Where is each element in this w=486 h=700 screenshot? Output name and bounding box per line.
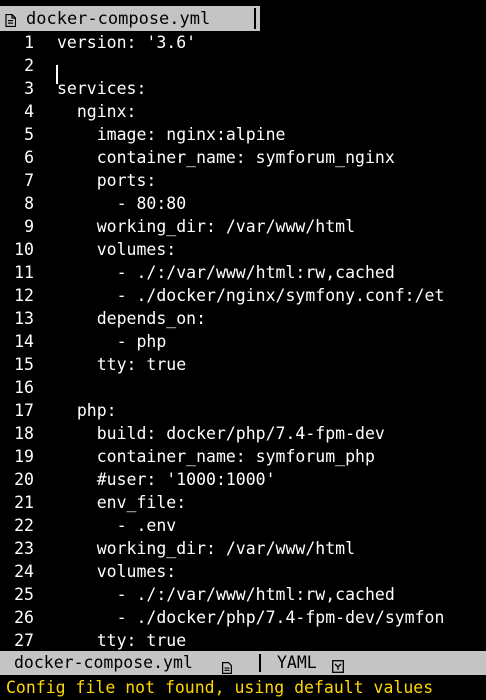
editor-line[interactable]: 22 - .env bbox=[0, 514, 486, 537]
line-number: 12 bbox=[14, 286, 34, 305]
line-number: 17 bbox=[14, 401, 34, 420]
line-code: volumes: bbox=[57, 562, 177, 581]
code-editor[interactable]: 1 version: '3.6' 2 3 services: 4 nginx: 5 imag… bbox=[0, 31, 486, 651]
line-number: 22 bbox=[14, 516, 34, 535]
editor-line[interactable]: 25 - ./:/var/www/html:rw,cached bbox=[0, 583, 486, 606]
line-code: - 80:80 bbox=[57, 194, 187, 213]
editor-line[interactable]: 16 bbox=[0, 376, 486, 399]
message-bar: Config file not found, using default val… bbox=[0, 675, 486, 700]
editor-line[interactable]: 20 #user: '1000:1000' bbox=[0, 468, 486, 491]
status-filename: docker-compose.yml bbox=[14, 653, 193, 672]
editor-line[interactable]: 3 services: bbox=[0, 77, 486, 100]
line-number: 18 bbox=[14, 424, 34, 443]
editor-line[interactable]: 26 - ./docker/php/7.4-fpm-dev/symfon bbox=[0, 606, 486, 629]
line-number: 7 bbox=[24, 171, 34, 190]
editor-line[interactable]: 23 working_dir: /var/www/html bbox=[0, 537, 486, 560]
editor-line[interactable]: 12 - ./docker/nginx/symfony.conf:/et bbox=[0, 284, 486, 307]
editor-line[interactable]: 10 volumes: bbox=[0, 238, 486, 261]
line-number: 27 bbox=[14, 631, 34, 650]
editor-line[interactable]: 9 working_dir: /var/www/html bbox=[0, 215, 486, 238]
editor-line[interactable]: 6 container_name: symforum_nginx bbox=[0, 146, 486, 169]
line-number: 5 bbox=[24, 125, 34, 144]
line-number: 19 bbox=[14, 447, 34, 466]
line-number: 3 bbox=[24, 79, 34, 98]
editor-line[interactable]: 2 bbox=[0, 54, 486, 77]
text-cursor bbox=[56, 65, 58, 84]
line-number: 11 bbox=[14, 263, 34, 282]
line-code: build: docker/php/7.4-fpm-dev bbox=[57, 424, 385, 443]
editor-line[interactable]: 27 tty: true bbox=[0, 629, 486, 651]
editor-line[interactable]: 18 build: docker/php/7.4-fpm-dev bbox=[0, 422, 486, 445]
tab-bar: docker-compose.yml bbox=[0, 0, 486, 31]
document-icon bbox=[5, 12, 17, 28]
editor-line[interactable]: 1 version: '3.6' bbox=[0, 31, 486, 54]
line-code: tty: true bbox=[57, 355, 187, 374]
tab-divider bbox=[254, 8, 256, 29]
line-number: 23 bbox=[14, 539, 34, 558]
editor-line[interactable]: 14 - php bbox=[0, 330, 486, 353]
line-number: 6 bbox=[24, 148, 34, 167]
editor-line[interactable]: 19 container_name: symforum_php bbox=[0, 445, 486, 468]
line-number: 8 bbox=[24, 194, 34, 213]
editor-line[interactable]: 5 image: nginx:alpine bbox=[0, 123, 486, 146]
status-message: Config file not found, using default val… bbox=[6, 678, 434, 697]
line-code: depends_on: bbox=[57, 309, 207, 328]
line-number: 21 bbox=[14, 493, 34, 512]
editor-line[interactable]: 11 - ./:/var/www/html:rw,cached bbox=[0, 261, 486, 284]
editor-line[interactable]: 4 nginx: bbox=[0, 100, 486, 123]
yaml-icon bbox=[332, 656, 344, 673]
line-code: - ./docker/php/7.4-fpm-dev/symfon bbox=[57, 608, 445, 627]
line-number: 25 bbox=[14, 585, 34, 604]
editor-line[interactable]: 24 volumes: bbox=[0, 560, 486, 583]
document-icon bbox=[222, 657, 232, 674]
line-number: 9 bbox=[24, 217, 34, 236]
line-number: 15 bbox=[14, 355, 34, 374]
line-code: working_dir: /var/www/html bbox=[57, 217, 356, 236]
line-number: 10 bbox=[14, 240, 34, 259]
editor-line[interactable]: 8 - 80:80 bbox=[0, 192, 486, 215]
line-code: - php bbox=[57, 332, 167, 351]
line-number: 2 bbox=[24, 56, 34, 75]
editor-line[interactable]: 17 php: bbox=[0, 399, 486, 422]
line-number: 26 bbox=[14, 608, 34, 627]
line-number: 1 bbox=[24, 33, 34, 52]
tab-label: docker-compose.yml bbox=[26, 8, 211, 29]
line-number: 13 bbox=[14, 309, 34, 328]
status-language[interactable]: YAML bbox=[277, 651, 317, 675]
line-code: container_name: symforum_php bbox=[57, 447, 375, 466]
line-code: - .env bbox=[57, 516, 177, 535]
line-number: 4 bbox=[24, 102, 34, 121]
line-code: volumes: bbox=[57, 240, 177, 259]
line-code: - ./:/var/www/html:rw,cached bbox=[57, 585, 395, 604]
editor-line[interactable]: 13 depends_on: bbox=[0, 307, 486, 330]
line-code: php: bbox=[57, 401, 117, 420]
line-number: 20 bbox=[14, 470, 34, 489]
status-divider bbox=[259, 654, 261, 672]
line-code: version: '3.6' bbox=[57, 33, 197, 52]
editor-line[interactable]: 7 ports: bbox=[0, 169, 486, 192]
line-code: image: nginx:alpine bbox=[57, 125, 286, 144]
line-number: 16 bbox=[14, 378, 34, 397]
line-code: - ./:/var/www/html:rw,cached bbox=[57, 263, 395, 282]
line-code: working_dir: /var/www/html bbox=[57, 539, 356, 558]
line-number: 24 bbox=[14, 562, 34, 581]
line-code: services: bbox=[57, 79, 147, 98]
editor-line[interactable]: 21 env_file: bbox=[0, 491, 486, 514]
line-number: 14 bbox=[14, 332, 34, 351]
line-code: ports: bbox=[57, 171, 157, 190]
editor-line[interactable]: 15 tty: true bbox=[0, 353, 486, 376]
line-code: container_name: symforum_nginx bbox=[57, 148, 395, 167]
line-code: tty: true bbox=[57, 631, 187, 650]
line-code: #user: '1000:1000' bbox=[57, 470, 276, 489]
status-bar: docker-compose.yml YAML bbox=[0, 651, 486, 675]
line-code: env_file: bbox=[57, 493, 187, 512]
line-code: nginx: bbox=[57, 102, 137, 121]
line-code: - ./docker/nginx/symfony.conf:/et bbox=[57, 286, 445, 305]
tab-docker-compose[interactable]: docker-compose.yml bbox=[0, 6, 260, 31]
